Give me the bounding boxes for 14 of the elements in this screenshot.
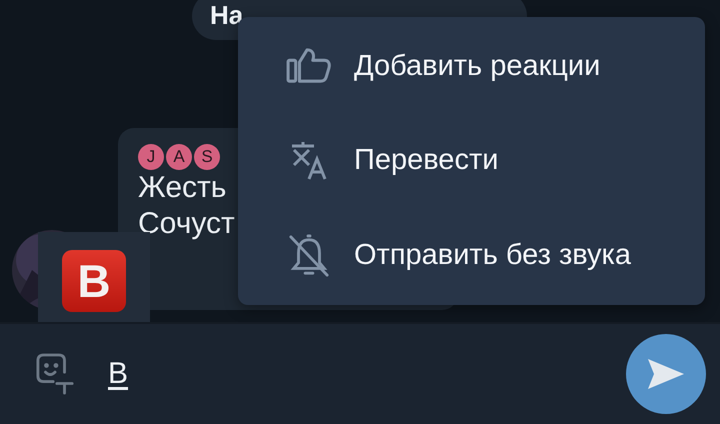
emoji-suggestion[interactable]: B — [62, 250, 126, 312]
bell-off-icon — [288, 234, 330, 278]
thumbs-up-icon — [286, 47, 332, 86]
message-text: Жесть — [138, 170, 228, 206]
message-input[interactable]: B — [106, 356, 310, 392]
menu-item[interactable]: Перевести — [238, 116, 705, 206]
translate-icon — [289, 140, 329, 181]
sender-letter: S — [194, 144, 220, 170]
sender-letter: A — [166, 144, 192, 170]
send-icon — [646, 357, 686, 391]
sticker-icon[interactable] — [36, 353, 74, 395]
sender-letter: J — [138, 144, 164, 170]
menu-item[interactable]: Отправить без звука — [238, 210, 705, 301]
message-text: Сочуст — [138, 206, 236, 242]
